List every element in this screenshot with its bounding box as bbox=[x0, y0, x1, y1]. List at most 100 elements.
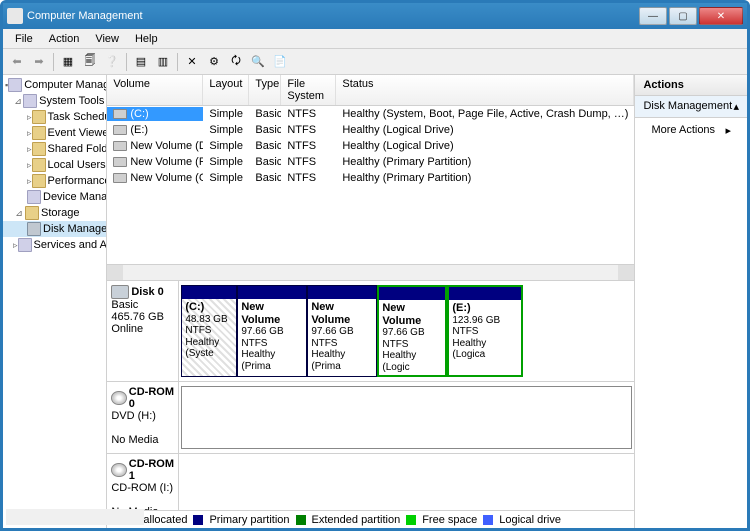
swatch-extended bbox=[296, 515, 306, 525]
disk-info[interactable]: CD-ROM 1 CD-ROM (I:) No Media bbox=[107, 454, 179, 510]
storage-icon bbox=[25, 206, 39, 220]
volume-row[interactable]: (E:)SimpleBasicNTFSHealthy (Logical Driv… bbox=[107, 122, 634, 138]
close-button[interactable]: ✕ bbox=[699, 7, 743, 25]
delete-button[interactable]: ✕ bbox=[182, 52, 202, 72]
partition[interactable]: New Volume97.66 GB NTFSHealthy (Logic bbox=[377, 285, 447, 377]
actions-header: Actions bbox=[635, 75, 747, 96]
disk-label: CD-ROM 0 bbox=[129, 386, 175, 410]
tree-scrollbar[interactable] bbox=[6, 509, 144, 525]
properties-button[interactable]: 🗐 bbox=[80, 52, 100, 72]
tree-performance[interactable]: ▹Performance bbox=[3, 173, 106, 189]
col-volume[interactable]: Volume bbox=[107, 75, 203, 105]
partition[interactable]: (E:)123.96 GB NTFSHealthy (Logica bbox=[447, 285, 523, 377]
tree-task-scheduler[interactable]: ▹Task Scheduler bbox=[3, 109, 106, 125]
volume-row[interactable]: New Volume (G:)SimpleBasicNTFSHealthy (P… bbox=[107, 170, 634, 186]
swatch-primary bbox=[193, 515, 203, 525]
col-layout[interactable]: Layout bbox=[203, 75, 249, 105]
actions-section[interactable]: Disk Management▴ bbox=[635, 96, 747, 118]
actions-item-label: More Actions bbox=[651, 124, 715, 136]
tree-device-manager[interactable]: Device Manager bbox=[3, 189, 106, 205]
legend-label: Logical drive bbox=[499, 514, 561, 526]
disk-row[interactable]: CD-ROM 1 CD-ROM (I:) No Media bbox=[107, 454, 634, 510]
menubar: File Action View Help bbox=[3, 29, 747, 49]
tree-label: Device Manager bbox=[43, 191, 107, 203]
drive-icon bbox=[113, 173, 127, 183]
cd-icon bbox=[111, 463, 126, 477]
partition[interactable]: New Volume97.66 GB NTFSHealthy (Prima bbox=[307, 285, 377, 377]
col-status[interactable]: Status bbox=[336, 75, 634, 105]
partition-map: (C:)48.83 GB NTFSHealthy (SysteNew Volum… bbox=[179, 281, 634, 381]
col-type[interactable]: Type bbox=[249, 75, 281, 105]
volume-row[interactable]: New Volume (F:)SimpleBasicNTFSHealthy (P… bbox=[107, 154, 634, 170]
partition[interactable]: New Volume97.66 GB NTFSHealthy (Prima bbox=[237, 285, 307, 377]
legend-label: Extended partition bbox=[312, 514, 401, 526]
chevron-right-icon: ▸ bbox=[725, 124, 731, 137]
tree-label: Computer Management (Local) bbox=[24, 79, 107, 91]
services-icon bbox=[18, 238, 32, 252]
disk-info[interactable]: CD-ROM 0 DVD (H:) No Media bbox=[107, 382, 179, 453]
forward-button: ➡ bbox=[29, 52, 49, 72]
mmc-icon bbox=[8, 78, 22, 92]
disk-graphical-view[interactable]: Disk 0 Basic 465.76 GB Online (C:)48.83 … bbox=[107, 280, 634, 510]
volume-row[interactable]: (C:)SimpleBasicNTFSHealthy (System, Boot… bbox=[107, 106, 634, 122]
tree-local-users[interactable]: ▹Local Users and Groups bbox=[3, 157, 106, 173]
perf-icon bbox=[32, 174, 46, 188]
collapse-icon: ▴ bbox=[733, 100, 739, 113]
disk-icon bbox=[27, 222, 41, 236]
disk-nomedia: No Media bbox=[111, 434, 174, 446]
disk-info[interactable]: Disk 0 Basic 465.76 GB Online bbox=[107, 281, 179, 381]
folder-icon bbox=[32, 142, 46, 156]
disk-state: Online bbox=[111, 323, 174, 335]
col-filesystem[interactable]: File System bbox=[281, 75, 336, 105]
view-bottom-button[interactable]: ▥ bbox=[153, 52, 173, 72]
rescan-button[interactable]: 🔍 bbox=[248, 52, 268, 72]
toolbar: ⬅ ➡ ▦ 🗐 ❔ ▤ ▥ ✕ ⚙ 🗘 🔍 📄 bbox=[3, 49, 747, 75]
tree-services[interactable]: ▹Services and Applications bbox=[3, 237, 106, 253]
actions-more[interactable]: More Actions ▸ bbox=[635, 118, 747, 142]
volume-list[interactable]: (C:)SimpleBasicNTFSHealthy (System, Boot… bbox=[107, 106, 634, 264]
horizontal-scrollbar[interactable] bbox=[107, 264, 634, 280]
tree-root[interactable]: ▪Computer Management (Local) bbox=[3, 77, 106, 93]
tree-label: Disk Management bbox=[43, 223, 107, 235]
tools-icon bbox=[23, 94, 37, 108]
disk-row[interactable]: CD-ROM 0 DVD (H:) No Media bbox=[107, 382, 634, 454]
disk-label: Disk 0 bbox=[131, 286, 163, 298]
menu-action[interactable]: Action bbox=[41, 31, 88, 47]
disk-type: CD-ROM (I:) bbox=[111, 482, 174, 494]
maximize-button[interactable]: ▢ bbox=[669, 7, 697, 25]
cd-icon bbox=[111, 391, 126, 405]
menu-help[interactable]: Help bbox=[127, 31, 166, 47]
refresh-button[interactable]: 🗘 bbox=[226, 52, 246, 72]
titlebar[interactable]: Computer Management — ▢ ✕ bbox=[3, 3, 747, 29]
tree-shared-folders[interactable]: ▹Shared Folders bbox=[3, 141, 106, 157]
partition-empty[interactable] bbox=[181, 386, 632, 449]
minimize-button[interactable]: — bbox=[639, 7, 667, 25]
menu-file[interactable]: File bbox=[7, 31, 41, 47]
back-button: ⬅ bbox=[7, 52, 27, 72]
menu-view[interactable]: View bbox=[87, 31, 127, 47]
disk-row[interactable]: Disk 0 Basic 465.76 GB Online (C:)48.83 … bbox=[107, 281, 634, 382]
tree-label: Task Scheduler bbox=[48, 111, 108, 123]
swatch-free bbox=[406, 515, 416, 525]
nav-tree[interactable]: ▪Computer Management (Local) ⊿System Too… bbox=[3, 75, 107, 528]
tree-system-tools[interactable]: ⊿System Tools bbox=[3, 93, 106, 109]
tree-label: Local Users and Groups bbox=[48, 159, 108, 171]
settings-button[interactable]: ⚙ bbox=[204, 52, 224, 72]
drive-icon bbox=[113, 109, 127, 119]
view-top-button[interactable]: ▤ bbox=[131, 52, 151, 72]
tree-label: Performance bbox=[48, 175, 108, 187]
tree-disk-management[interactable]: Disk Management bbox=[3, 221, 106, 237]
volume-row[interactable]: New Volume (D:)SimpleBasicNTFSHealthy (L… bbox=[107, 138, 634, 154]
tree-event-viewer[interactable]: ▹Event Viewer bbox=[3, 125, 106, 141]
window-title: Computer Management bbox=[27, 10, 143, 22]
partition[interactable]: (C:)48.83 GB NTFSHealthy (Syste bbox=[181, 285, 237, 377]
tree-label: Event Viewer bbox=[48, 127, 108, 139]
drive-icon bbox=[113, 141, 127, 151]
actions-section-label: Disk Management bbox=[643, 100, 732, 113]
show-hide-tree-button[interactable]: ▦ bbox=[58, 52, 78, 72]
help2-button[interactable]: 📄 bbox=[270, 52, 290, 72]
help-button[interactable]: ❔ bbox=[102, 52, 122, 72]
tree-storage[interactable]: ⊿Storage bbox=[3, 205, 106, 221]
drive-icon bbox=[113, 157, 127, 167]
tree-label: Services and Applications bbox=[34, 239, 108, 251]
